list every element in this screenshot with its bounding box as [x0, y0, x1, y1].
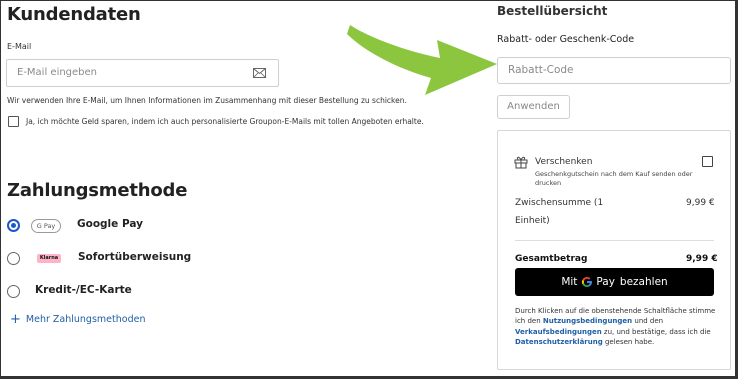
payment-method-heading: Zahlungsmethode [7, 180, 188, 201]
total-value: 9,99 € [686, 254, 718, 264]
arrow-annotation-icon [347, 25, 497, 95]
total-label: Gesamtbetrag [515, 254, 588, 264]
payment-option-sofort[interactable]: Klarna Sofortüberweisung [7, 250, 267, 268]
subtotal-label-line2: Einheit) [515, 216, 550, 226]
coupon-label: Rabatt- oder Geschenk-Code [497, 34, 635, 45]
email-field[interactable] [6, 59, 279, 87]
legal-text-4: gelesen habe. [602, 337, 655, 346]
klarna-icon: Klarna [37, 254, 61, 263]
card-label: Kredit-/EC-Karte [35, 284, 132, 296]
legal-notice: Durch Klicken auf die obenstehende Schal… [515, 306, 721, 347]
pay-button-prefix: Mit [561, 276, 578, 288]
summary-divider [515, 240, 714, 241]
email-label: E-Mail [7, 42, 32, 51]
coupon-field[interactable] [497, 57, 731, 84]
pay-button-brand: Pay [596, 276, 615, 288]
coupon-input[interactable] [508, 64, 718, 76]
newsletter-checkbox[interactable] [8, 116, 19, 127]
google-pay-icon: G Pay [31, 219, 61, 233]
more-payment-methods-link[interactable]: + Mehr Zahlungsmethoden [10, 311, 146, 327]
google-pay-radio[interactable] [7, 219, 20, 232]
legal-text-2: und den [632, 317, 664, 326]
gift-note-line2: drucken [535, 179, 562, 187]
apply-button[interactable]: Anwenden [497, 95, 570, 119]
google-pay-button[interactable]: Mit Pay bezahlen [515, 268, 714, 296]
gift-checkbox[interactable] [702, 156, 713, 167]
gift-note-line1: Geschenkgutschein nach dem Kauf senden o… [535, 170, 693, 178]
gift-label: Verschenken [535, 157, 593, 167]
payment-option-google-pay[interactable]: G Pay Google Pay [7, 217, 267, 235]
newsletter-label: Ja, ich möchte Geld sparen, indem ich au… [26, 117, 424, 126]
google-g-icon [582, 277, 593, 287]
order-summary-heading: Bestellübersicht [497, 4, 608, 18]
mail-icon [253, 68, 266, 78]
sofort-label: Sofortüberweisung [78, 251, 192, 263]
customer-data-heading: Kundendaten [7, 4, 141, 25]
terms-of-sale-link[interactable]: Verkaufsbedingungen [515, 328, 602, 336]
google-pay-label: Google Pay [77, 218, 143, 230]
card-radio[interactable] [7, 285, 20, 298]
gift-icon [514, 156, 528, 169]
privacy-policy-link[interactable]: Datenschutzerklärung [515, 338, 603, 346]
pay-button-suffix: bezahlen [619, 276, 668, 288]
sofort-radio[interactable] [7, 252, 20, 265]
legal-text-3: zu, und bestätige, dass ich die [601, 327, 711, 336]
payment-option-card[interactable]: Kredit-/EC-Karte [7, 283, 267, 301]
more-payment-methods-label: Mehr Zahlungsmethoden [25, 314, 146, 325]
plus-icon: + [10, 312, 21, 327]
terms-of-use-link[interactable]: Nutzungsbedingungen [543, 317, 632, 325]
subtotal-label: Zwischensumme (1 [515, 198, 604, 208]
email-input[interactable] [17, 67, 247, 78]
subtotal-value: 9,99 € [686, 198, 715, 208]
